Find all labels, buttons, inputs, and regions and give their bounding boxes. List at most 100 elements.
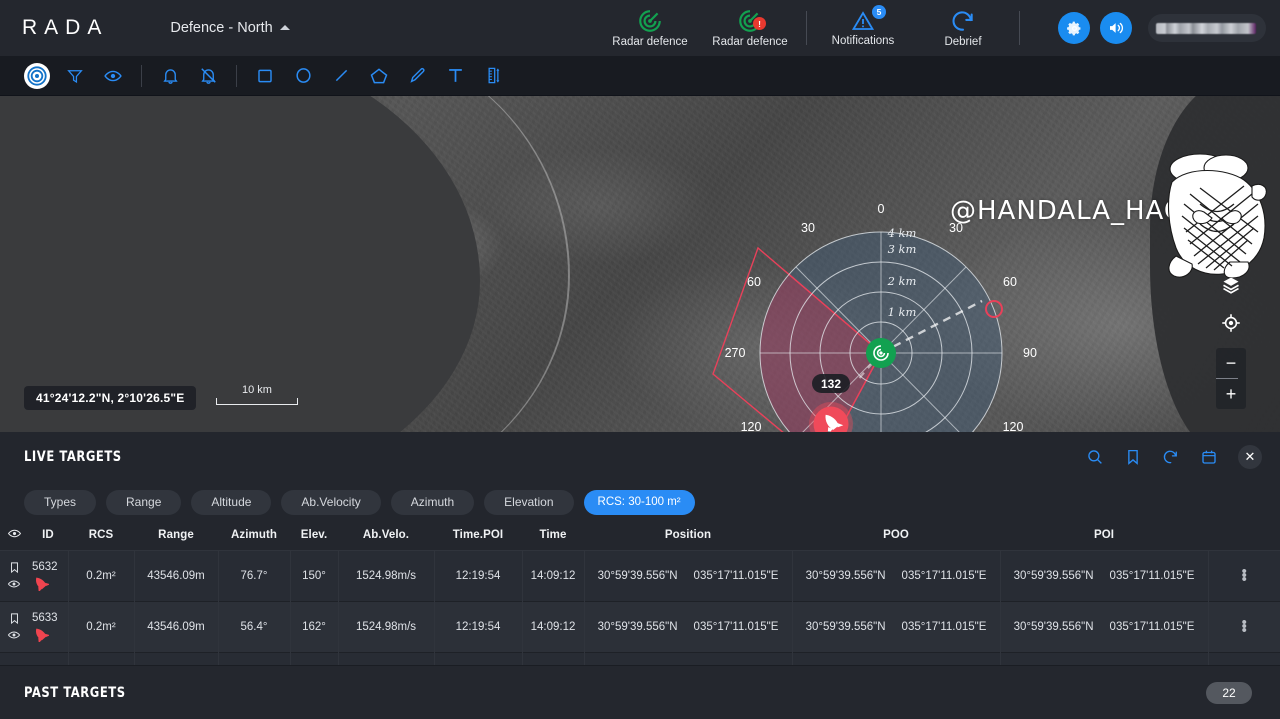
range-ring-label: 3 km — [888, 242, 917, 256]
filter-chip-range[interactable]: Range — [106, 490, 181, 515]
eye-icon — [7, 526, 22, 541]
row-range-cell: 43546.09m — [134, 602, 218, 653]
threat-bearing-value: 132 — [821, 377, 841, 391]
past-targets-count-badge[interactable]: 22 — [1206, 682, 1252, 704]
column-header-poo[interactable]: POO — [792, 520, 1000, 550]
column-header-time-poi[interactable]: Time.POI — [434, 520, 522, 550]
nav-label: Notifications — [832, 35, 895, 47]
column-header-visibility[interactable] — [0, 520, 28, 550]
radar-threat-label: 132 — [812, 374, 850, 393]
bookmark-icon[interactable] — [8, 561, 21, 574]
nav-item-debrief[interactable]: Debrief — [913, 0, 1013, 56]
map-scale-label: 10 km — [216, 384, 298, 396]
row-abvelo-cell: 1524.98m/s — [338, 551, 434, 602]
tool-circle[interactable] — [284, 57, 322, 95]
row-position-cell: 30°59'39.556"N 035°17'11.015"E — [584, 551, 792, 602]
satellite-map[interactable]: 41°24'12.2"N, 2°10'26.5"E 10 km — [0, 96, 1280, 432]
live-targets-header: LIVE TARGETS — [0, 432, 1280, 484]
calendar-button[interactable] — [1196, 444, 1222, 470]
column-header-poi[interactable]: POI — [1000, 520, 1208, 550]
row-id-cell: 5633 — [28, 602, 68, 653]
table-row[interactable]: 5632 0.2m² 43 — [0, 551, 1280, 602]
radar-ppi-scope[interactable]: 4 km 3 km 2 km 1 km 0 30 30 60 60 90 120… — [700, 196, 1060, 432]
radar-station-marker[interactable] — [866, 338, 896, 368]
eye-icon[interactable] — [7, 577, 21, 591]
gear-icon — [1066, 20, 1083, 37]
column-header-time[interactable]: Time — [522, 520, 584, 550]
row-overflow-menu-button[interactable]: ••• — [1209, 570, 1280, 582]
tool-line[interactable] — [322, 57, 360, 95]
column-header-abvelo[interactable]: Ab.Velo. — [338, 520, 434, 550]
tool-polygon[interactable] — [360, 57, 398, 95]
filter-chip-ab-velocity[interactable]: Ab.Velocity — [281, 490, 380, 515]
sector-selector[interactable]: Defence - North — [170, 20, 289, 36]
column-header-range[interactable]: Range — [134, 520, 218, 550]
user-menu[interactable] — [1148, 14, 1266, 42]
nav-item-radar-defence-1[interactable]: Radar defence — [600, 0, 700, 56]
filter-chip-rcs[interactable]: RCS: 30-100 m² — [584, 490, 695, 515]
tool-filter[interactable] — [56, 57, 94, 95]
map-zoom-out-button[interactable]: − — [1216, 348, 1246, 378]
tool-alerts-on[interactable] — [151, 57, 189, 95]
map-layers-button[interactable] — [1216, 266, 1246, 304]
column-header-rcs[interactable]: RCS — [68, 520, 134, 550]
app-logo: RADA — [22, 16, 108, 40]
tool-target[interactable] — [24, 63, 50, 89]
divider — [141, 65, 142, 87]
row-range-cell: 43546.09m — [134, 551, 218, 602]
map-zoom-in-button[interactable]: + — [1216, 379, 1246, 409]
filter-chip-azimuth[interactable]: Azimuth — [391, 490, 474, 515]
column-header-elev[interactable]: Elev. — [290, 520, 338, 550]
rada-application: RADA Defence - North Radar defence — [0, 0, 1280, 719]
column-header-actions — [1208, 520, 1280, 550]
bookmark-icon[interactable] — [8, 612, 21, 625]
map-locate-button[interactable] — [1216, 304, 1246, 342]
poi-longitude: 035°17'11.015"E — [1110, 570, 1195, 582]
radar-icon — [637, 8, 663, 34]
chevron-up-icon — [280, 25, 290, 30]
row-toggles-cell — [0, 551, 28, 602]
row-azimuth-cell: 56.4° — [218, 602, 290, 653]
sound-button[interactable] — [1100, 12, 1132, 44]
eye-icon[interactable] — [7, 628, 21, 642]
azimuth-label: 60 — [747, 275, 761, 289]
map-coordinates-readout: 41°24'12.2"N, 2°10'26.5"E — [24, 386, 196, 410]
row-overflow-menu-button[interactable]: ••• — [1209, 621, 1280, 633]
search-button[interactable] — [1082, 444, 1108, 470]
row-poi-cell: 30°59'39.556"N 035°17'11.015"E — [1000, 602, 1208, 653]
map-sea-west — [0, 96, 480, 432]
column-header-azimuth[interactable]: Azimuth — [218, 520, 290, 550]
poo-latitude: 30°59'39.556"N — [806, 621, 886, 633]
filter-chip-altitude[interactable]: Altitude — [191, 490, 271, 515]
crosshair-icon — [1221, 313, 1241, 333]
row-time-cell: 14:09:12 — [522, 551, 584, 602]
tool-text[interactable] — [436, 57, 474, 95]
azimuth-label: 270 — [725, 346, 746, 360]
bookmark-button[interactable] — [1120, 444, 1146, 470]
close-panel-button[interactable]: ✕ — [1238, 445, 1262, 469]
tool-visibility[interactable] — [94, 57, 132, 95]
row-poi-cell: 30°59'39.556"N 035°17'11.015"E — [1000, 551, 1208, 602]
column-header-id[interactable]: ID — [28, 520, 68, 550]
column-header-position[interactable]: Position — [584, 520, 792, 550]
tool-alerts-off[interactable] — [189, 57, 227, 95]
refresh-icon — [1162, 448, 1180, 466]
nav-item-radar-defence-2[interactable]: ! Radar defence — [700, 0, 800, 56]
position-longitude: 035°17'11.015"E — [694, 621, 779, 633]
poi-latitude: 30°59'39.556"N — [1014, 621, 1094, 633]
filter-chip-types[interactable]: Types — [24, 490, 96, 515]
header-nav: Radar defence ! Radar defence — [600, 0, 1026, 56]
range-ring-label: 2 km — [887, 274, 917, 288]
refresh-button[interactable] — [1158, 444, 1184, 470]
map-zoom-controls: − + — [1216, 348, 1246, 409]
table-row[interactable]: 5633 0.2m² 43 — [0, 602, 1280, 653]
calendar-icon — [1200, 448, 1218, 466]
past-targets-bar[interactable]: PAST TARGETS 22 — [0, 665, 1280, 719]
tool-measure[interactable] — [474, 57, 512, 95]
settings-button[interactable] — [1058, 12, 1090, 44]
filter-chip-elevation[interactable]: Elevation — [484, 490, 573, 515]
tool-rectangle[interactable] — [246, 57, 284, 95]
map-scale-rule — [216, 398, 298, 405]
nav-item-notifications[interactable]: 5 Notifications — [813, 0, 913, 56]
tool-pencil[interactable] — [398, 57, 436, 95]
